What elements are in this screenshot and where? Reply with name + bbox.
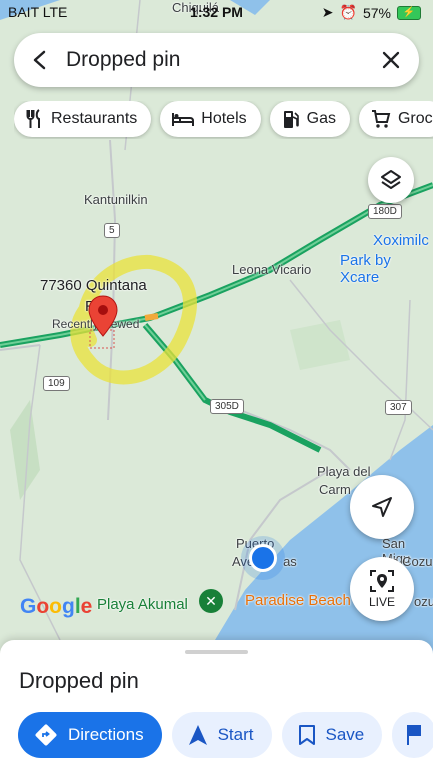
live-view-button[interactable]: LIVE <box>350 557 414 621</box>
search-query[interactable]: Dropped pin <box>66 48 363 72</box>
label-carmen: Carm <box>319 482 351 497</box>
route-109-shield: 109 <box>43 376 70 391</box>
navigation-arrow-icon <box>188 725 207 745</box>
label-kantunilkin: Kantunilkin <box>84 192 148 207</box>
alarm-icon: ⏰ <box>339 4 357 20</box>
cart-icon <box>371 110 391 128</box>
save-button[interactable]: Save <box>281 712 383 758</box>
save-label: Save <box>325 725 365 744</box>
sheet-title: Dropped pin <box>19 668 139 693</box>
close-icon <box>382 51 400 69</box>
directions-button[interactable]: Directions <box>18 712 162 758</box>
action-buttons: Directions Start Save <box>18 712 433 758</box>
start-label: Start <box>217 725 254 744</box>
chip-restaurants[interactable]: Restaurants <box>14 101 152 137</box>
directions-label: Directions <box>68 725 144 744</box>
label-cozu: ozu <box>414 594 433 609</box>
search-bar[interactable]: Dropped pin <box>14 33 419 87</box>
status-bar: BAIT LTE 1:32 PM ➤ ⏰ 57% ⚡ <box>0 0 433 26</box>
current-location-dot <box>249 544 277 572</box>
navigate-button[interactable] <box>350 475 414 539</box>
more-action-button[interactable] <box>392 712 433 758</box>
clear-button[interactable] <box>363 33 419 87</box>
flag-icon <box>407 725 422 745</box>
battery-icon: ⚡ <box>397 5 421 20</box>
sheet-drag-handle[interactable] <box>185 650 248 654</box>
location-arrow-icon: ➤ <box>321 4 334 20</box>
chip-gas-label: Gas <box>306 110 336 127</box>
chip-restaurants-label: Restaurants <box>51 110 138 127</box>
chip-groceries[interactable]: Groc <box>358 101 433 137</box>
label-leona-vicario: Leona Vicario <box>232 262 312 277</box>
live-view-icon <box>370 570 394 592</box>
label-postal-code: 77360 Quintana <box>40 277 147 294</box>
category-chips: Restaurants Hotels Gas Groc <box>14 101 433 139</box>
live-label: LIVE <box>368 595 395 609</box>
chip-groceries-label: Groc <box>397 110 433 127</box>
start-button[interactable]: Start <box>171 712 272 758</box>
label-playa-akumal[interactable]: Playa Akumal <box>97 596 188 613</box>
directions-icon <box>35 724 57 746</box>
chip-hotels-label: Hotels <box>201 110 247 127</box>
beach-poi-icon[interactable]: ✕ <box>199 589 223 613</box>
label-playa-del: Playa del <box>317 464 371 479</box>
navigation-arrow-icon <box>372 497 392 517</box>
bookmark-icon <box>298 725 315 745</box>
battery-percent: 57% <box>362 4 391 21</box>
bed-icon <box>172 113 195 126</box>
chip-gas[interactable]: Gas <box>269 101 350 137</box>
bottom-sheet[interactable]: Dropped pin Directions Start Save <box>0 640 433 770</box>
status-right: ➤ ⏰ 57% ⚡ <box>322 4 421 21</box>
route-5-shield: 5 <box>104 223 120 238</box>
back-button[interactable] <box>14 33 66 87</box>
route-180d-shield: 180D <box>368 204 402 219</box>
label-xoximilco[interactable]: Xoximilc <box>373 232 429 249</box>
google-logo: Google <box>20 595 93 618</box>
label-xcaret[interactable]: Park by Xcare <box>340 252 433 286</box>
layers-icon <box>381 170 401 189</box>
map-pin-icon[interactable] <box>88 295 118 337</box>
gas-pump-icon <box>283 111 299 128</box>
back-arrow-icon <box>33 50 46 70</box>
fork-knife-icon <box>26 109 40 128</box>
route-307-shield: 307 <box>385 400 412 415</box>
chip-hotels[interactable]: Hotels <box>160 101 261 137</box>
route-305d-shield: 305D <box>210 399 244 414</box>
label-paradise-beach[interactable]: Paradise Beach <box>245 592 351 609</box>
layers-button[interactable] <box>368 157 414 203</box>
